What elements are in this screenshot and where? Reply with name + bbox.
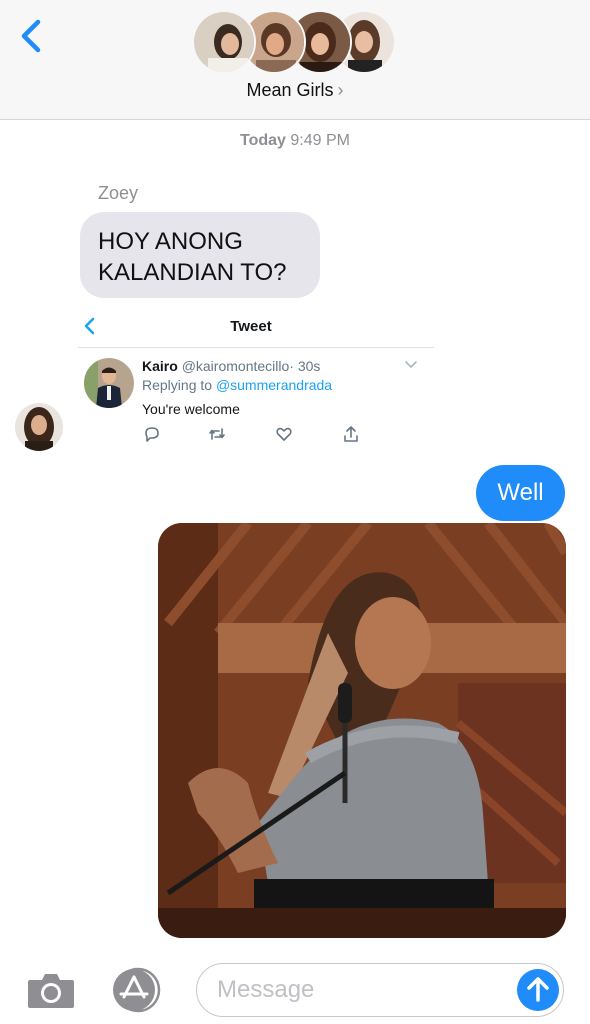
chevron-left-icon: [21, 19, 41, 53]
gif-image: [158, 523, 566, 938]
tweet-time: · 30s: [289, 358, 321, 374]
back-button[interactable]: [14, 14, 54, 58]
tweet-author-name: Kairo: [142, 358, 178, 374]
tweet-replying-to: Replying to @summerandrada: [142, 377, 332, 393]
app-store-icon: [113, 967, 161, 1013]
incoming-message-bubble[interactable]: HOY ANONG KALANDIAN TO?: [80, 212, 320, 298]
imessage-screen: Mean Girls › Today 9:49 PM Zoey HOY ANONG…: [0, 0, 590, 1024]
timestamp-day: Today: [240, 132, 286, 149]
message-input[interactable]: [217, 964, 507, 1016]
replying-prefix: Replying to: [142, 377, 213, 393]
sender-name: Zoey: [98, 183, 139, 203]
tweet-screenshot-attachment[interactable]: Tweet Kairo @kairomontecillo· 30s Replyi…: [78, 306, 434, 454]
sender-avatar[interactable]: [15, 403, 63, 451]
outgoing-message-bubble[interactable]: Well: [476, 465, 565, 521]
group-name-button[interactable]: Mean Girls ›: [0, 80, 590, 101]
retweet-icon: [209, 428, 225, 440]
camera-button[interactable]: [26, 970, 76, 1010]
message-timestamp: Today 9:49 PM: [0, 132, 590, 150]
message-text-line: KALANDIAN TO?: [98, 259, 287, 286]
chevron-down-icon: [405, 361, 417, 368]
heart-icon: [276, 427, 292, 441]
message-composer-bar: [0, 950, 590, 1024]
reply-icon: [145, 427, 159, 442]
tweet-author-handle: @kairomontecillo: [181, 358, 290, 374]
camera-icon: [28, 974, 74, 1008]
tweet-topbar: Tweet: [78, 306, 434, 348]
arrow-up-icon: [527, 977, 549, 1002]
replying-handle: @summerandrada: [215, 377, 333, 393]
tweet-author-line: Kairo @kairomontecillo· 30s: [142, 358, 320, 374]
group-avatars[interactable]: [192, 10, 398, 74]
tweet-author-avatar: [84, 358, 134, 408]
conversation-header: Mean Girls ›: [0, 0, 590, 120]
tweet-title: Tweet: [230, 318, 272, 335]
send-button[interactable]: [517, 969, 559, 1011]
timestamp-time: 9:49 PM: [290, 132, 350, 149]
message-field[interactable]: [196, 963, 564, 1017]
share-icon: [344, 426, 358, 442]
tweet-text: You're welcome: [142, 401, 240, 417]
message-text-line: HOY ANONG: [98, 228, 243, 255]
chevron-right-icon: ›: [337, 80, 344, 100]
app-store-button[interactable]: [110, 967, 166, 1013]
gif-attachment[interactable]: [158, 523, 566, 938]
group-name-label: Mean Girls: [246, 80, 334, 100]
avatar: [192, 10, 256, 74]
